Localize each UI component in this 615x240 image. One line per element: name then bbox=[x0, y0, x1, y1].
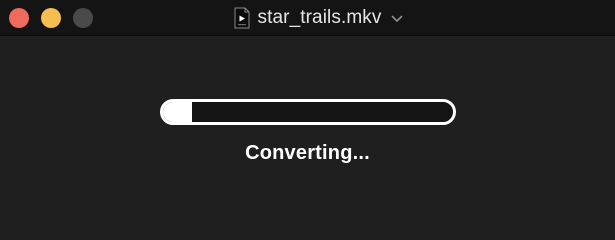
video-file-icon bbox=[234, 7, 250, 28]
document-title[interactable]: star_trails.mkv bbox=[234, 7, 404, 29]
converter-window: star_trails.mkv Converting... bbox=[0, 0, 615, 237]
progress-fill bbox=[163, 102, 192, 122]
status-text: Converting... bbox=[245, 142, 370, 164]
zoom-button[interactable] bbox=[73, 8, 93, 28]
minimize-button[interactable] bbox=[41, 8, 61, 28]
chevron-down-icon[interactable] bbox=[391, 15, 403, 23]
conversion-progress-bar bbox=[160, 99, 456, 125]
title-bar[interactable]: star_trails.mkv bbox=[0, 0, 615, 36]
close-button[interactable] bbox=[9, 8, 29, 28]
window-title: star_trails.mkv bbox=[257, 6, 382, 28]
